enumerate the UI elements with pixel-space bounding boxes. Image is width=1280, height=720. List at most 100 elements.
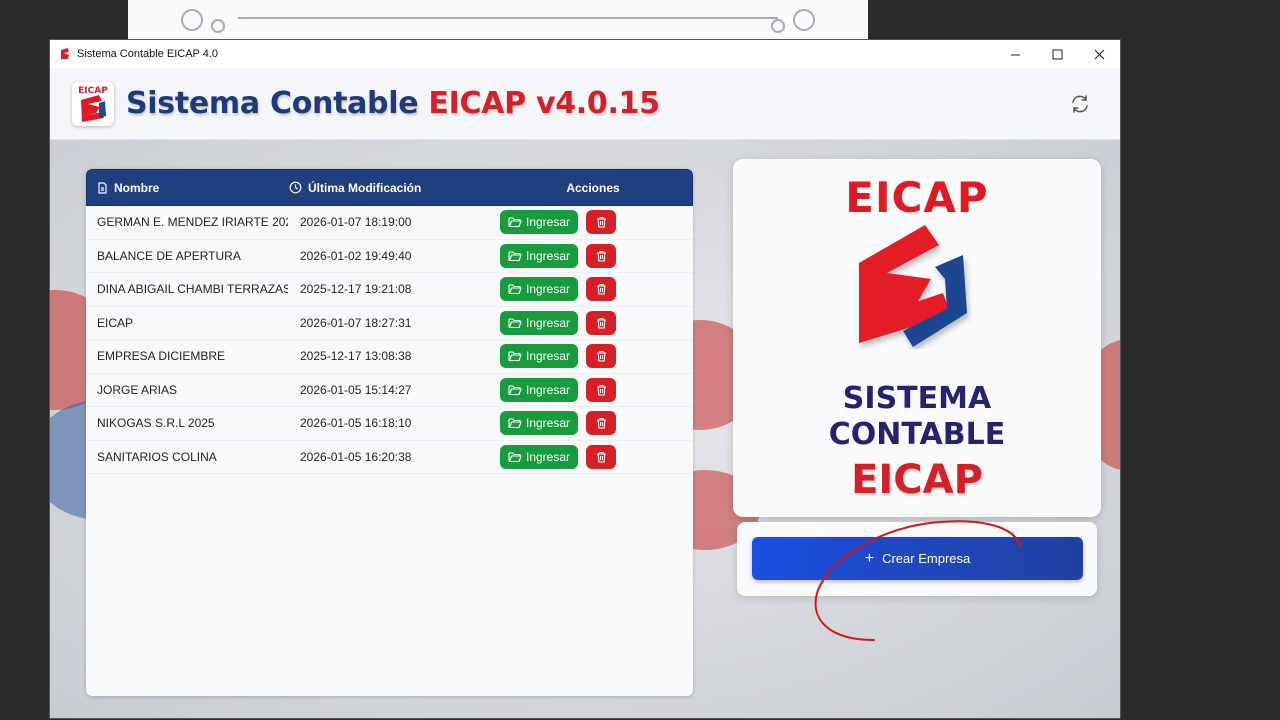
table-body: GERMAN E. MENDEZ IRIARTE 2025 2026-01-07…: [86, 206, 693, 474]
trash-icon: [596, 250, 606, 262]
folder-open-icon: [508, 318, 522, 328]
folder-open-icon: [508, 385, 522, 395]
company-modified-date: 2026-01-05 16:20:38: [300, 449, 412, 464]
ornament-border-icon: [181, 9, 815, 33]
folder-open-icon: [508, 351, 522, 362]
minimize-button[interactable]: [994, 40, 1036, 68]
delete-button[interactable]: [586, 210, 616, 235]
table-header: Nombre Última Modificación Acciones: [86, 169, 693, 206]
eicap-logo-icon: [859, 225, 967, 347]
delete-button[interactable]: [586, 377, 616, 402]
delete-button[interactable]: [586, 243, 616, 268]
company-modified-date: 2025-12-17 19:21:08: [300, 282, 412, 297]
trash-icon: [596, 317, 606, 329]
document-icon: [98, 181, 107, 194]
ingresar-label: Ingresar: [525, 416, 571, 431]
ingresar-label: Ingresar: [525, 449, 571, 464]
column-header-modified: Última Modificación: [289, 181, 494, 195]
close-icon: [1094, 49, 1104, 59]
company-modified-date: 2026-01-07 18:19:00: [300, 215, 412, 230]
company-modified-date: 2026-01-05 16:18:10: [300, 416, 412, 431]
table-row: EMPRESA DICIEMBRE 2025-12-17 13:08:38 In…: [86, 340, 693, 374]
trash-icon: [596, 451, 606, 463]
close-button[interactable]: [1078, 40, 1120, 68]
create-company-label: Crear Empresa: [882, 551, 971, 566]
table-row: GERMAN E. MENDEZ IRIARTE 2025 2026-01-07…: [86, 206, 693, 240]
main-content: Nombre Última Modificación Acciones GERM…: [50, 140, 1120, 718]
row-actions: Ingresar: [500, 344, 616, 369]
delete-button[interactable]: [586, 277, 616, 302]
brand-card: EICAP SISTEMA CONTABLE EICAP: [733, 159, 1101, 517]
column-header-modified-label: Última Modificación: [308, 180, 422, 195]
company-modified-date: 2026-01-07 18:27:31: [300, 315, 412, 330]
company-modified-date: 2026-01-05 15:14:27: [300, 382, 412, 397]
column-header-actions: Acciones: [494, 181, 692, 195]
company-name: EMPRESA DICIEMBRE: [97, 349, 226, 364]
maximize-icon: [1052, 49, 1062, 59]
ingresar-button[interactable]: Ingresar: [500, 310, 578, 335]
row-actions: Ingresar: [500, 310, 616, 335]
ingresar-button[interactable]: Ingresar: [500, 210, 578, 235]
create-company-card: + Crear Empresa: [737, 522, 1097, 596]
column-header-name: Nombre: [87, 181, 289, 195]
company-modified-date: 2026-01-02 19:49:40: [300, 248, 412, 263]
ingresar-label: Ingresar: [525, 282, 571, 297]
company-name: JORGE ARIAS: [97, 382, 178, 397]
ingresar-button[interactable]: Ingresar: [500, 344, 578, 369]
row-actions: Ingresar: [500, 243, 616, 268]
row-actions: Ingresar: [500, 277, 616, 302]
row-actions: Ingresar: [500, 444, 616, 469]
ingresar-button[interactable]: Ingresar: [500, 411, 578, 436]
company-modified-date: 2025-12-17 13:08:38: [300, 349, 412, 364]
brand-line3-text: EICAP: [851, 457, 983, 503]
app-title: Sistema Contable EICAP v4.0.15: [126, 86, 660, 121]
delete-button[interactable]: [586, 344, 616, 369]
company-name: BALANCE DE APERTURA: [97, 248, 241, 263]
row-actions: Ingresar: [500, 411, 616, 436]
svg-text:EICAP: EICAP: [78, 86, 108, 96]
ingresar-button[interactable]: Ingresar: [500, 243, 578, 268]
app-title-version: EICAP v4.0.15: [428, 86, 660, 121]
trash-icon: [596, 351, 606, 362]
app-window: Sistema Contable EICAP 4.0 EICAP Sistema…: [50, 40, 1120, 718]
app-title-main: Sistema Contable: [126, 86, 419, 121]
trash-icon: [596, 217, 606, 228]
delete-button[interactable]: [586, 444, 616, 469]
delete-button[interactable]: [586, 411, 616, 436]
minimize-icon: [1010, 54, 1020, 55]
table-row: SANITARIOS COLINA 2026-01-05 16:20:38 In…: [86, 441, 693, 474]
companies-table: Nombre Última Modificación Acciones GERM…: [86, 169, 693, 696]
row-actions: Ingresar: [500, 210, 616, 235]
folder-open-icon: [508, 251, 522, 261]
ingresar-button[interactable]: Ingresar: [500, 444, 578, 469]
row-actions: Ingresar: [500, 377, 616, 402]
create-company-button[interactable]: + Crear Empresa: [752, 537, 1083, 580]
table-row: DINA ABIGAIL CHAMBI TERRAZAS 2025-12-17 …: [86, 273, 693, 307]
trash-icon: [596, 418, 606, 429]
refresh-icon[interactable]: [1068, 92, 1092, 116]
column-header-actions-label: Acciones: [566, 180, 620, 195]
table-row: EICAP 2026-01-07 18:27:31 Ingresar: [86, 307, 693, 340]
ingresar-button[interactable]: Ingresar: [500, 277, 578, 302]
folder-open-icon: [508, 217, 522, 228]
app-header: EICAP Sistema Contable EICAP v4.0.15: [50, 68, 1120, 140]
delete-button[interactable]: [586, 310, 616, 335]
plus-icon: +: [864, 549, 875, 567]
maximize-button[interactable]: [1036, 40, 1078, 68]
brand-line1-text: SISTEMA: [842, 381, 992, 416]
ingresar-label: Ingresar: [525, 315, 571, 330]
company-name: NIKOGAS S.R.L 2025: [97, 416, 215, 431]
folder-open-icon: [508, 452, 522, 462]
app-icon: [61, 48, 69, 59]
company-name: GERMAN E. MENDEZ IRIARTE 2025: [97, 215, 288, 230]
ingresar-label: Ingresar: [525, 215, 571, 230]
window-titlebar[interactable]: Sistema Contable EICAP 4.0: [50, 40, 1120, 68]
folder-open-icon: [508, 284, 522, 295]
header-logo: EICAP: [72, 82, 114, 126]
column-header-name-label: Nombre: [114, 180, 160, 195]
ingresar-button[interactable]: Ingresar: [500, 377, 578, 402]
company-name: EICAP: [97, 315, 134, 330]
brand-top-text: EICAP: [845, 173, 989, 222]
ingresar-label: Ingresar: [525, 349, 571, 364]
ingresar-label: Ingresar: [525, 382, 571, 397]
